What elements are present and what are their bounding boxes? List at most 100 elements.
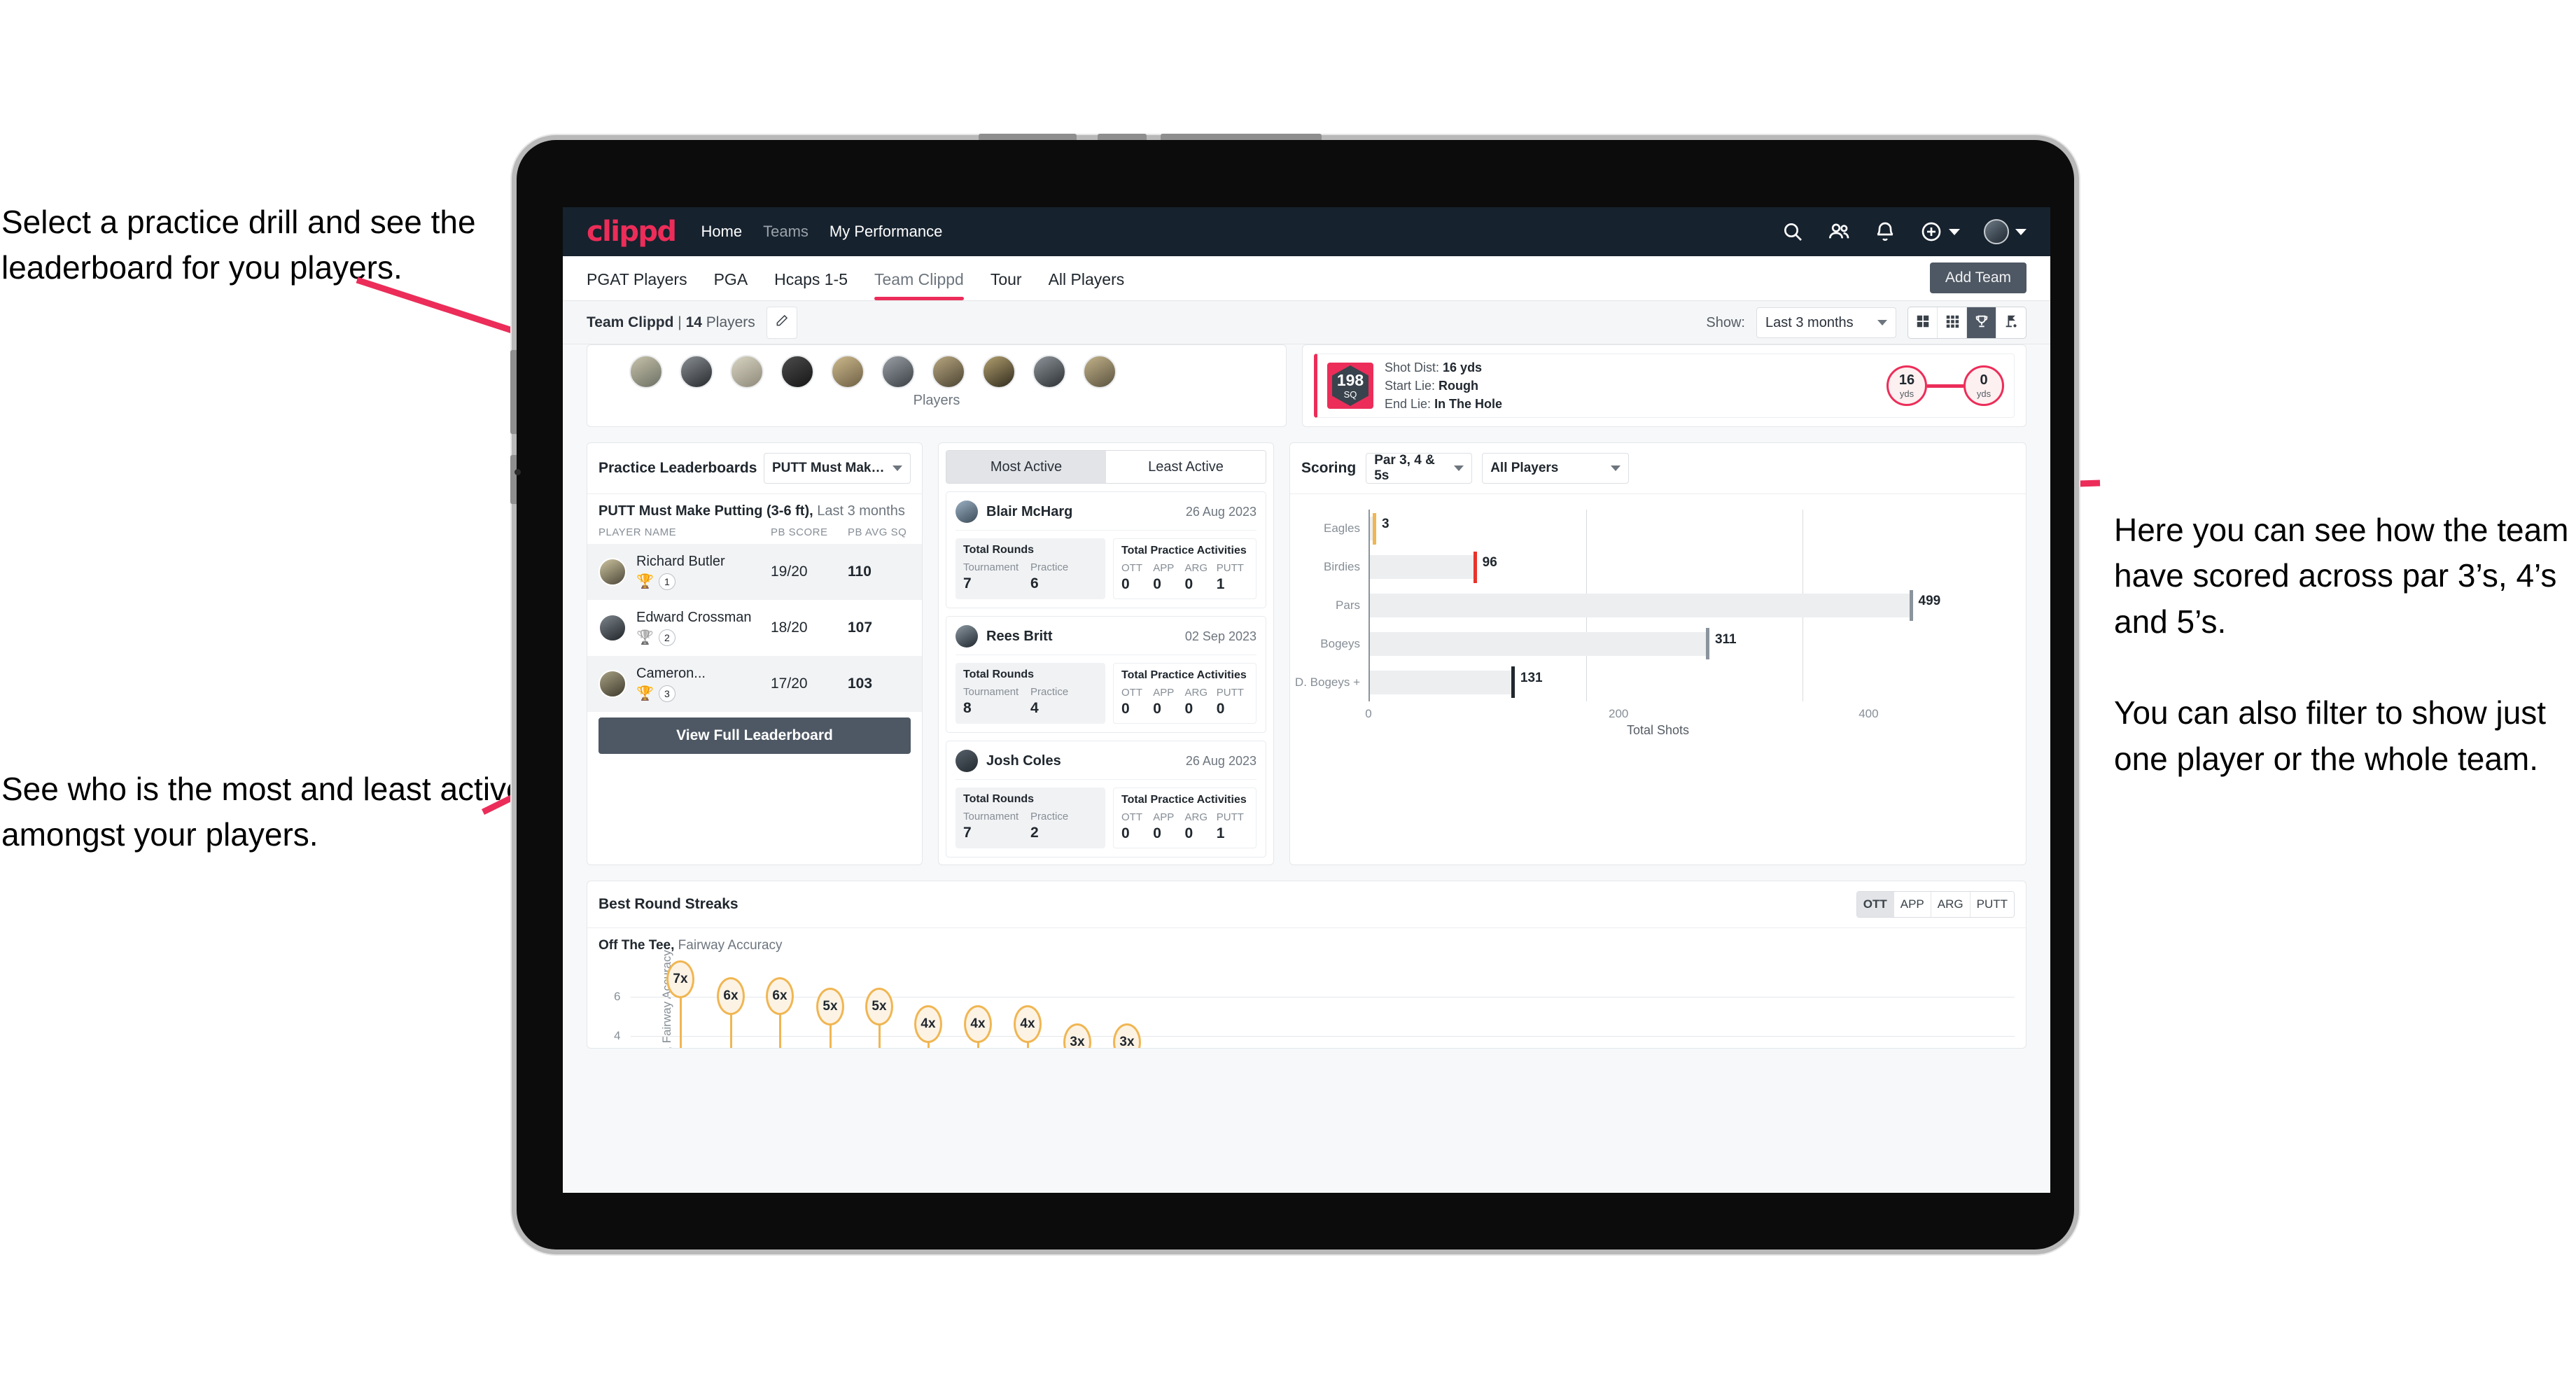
streak-marker[interactable]: 4x — [964, 1005, 992, 1043]
streak-marker[interactable]: 4x — [1014, 1005, 1042, 1043]
avatar[interactable] — [881, 355, 915, 388]
scoring-title: Scoring — [1301, 460, 1357, 476]
tab-all-players[interactable]: All Players — [1049, 270, 1125, 300]
streak-tab-app[interactable]: APP — [1893, 892, 1931, 917]
bar-category-label: D. Bogeys + — [1294, 675, 1360, 689]
plus-circle-icon[interactable] — [1920, 220, 1942, 243]
ytick-4: 4 — [614, 1029, 621, 1042]
putt-label: PUTT — [1216, 562, 1244, 574]
avatar[interactable] — [982, 355, 1016, 388]
avatar[interactable] — [1984, 219, 2009, 244]
bar-birdies[interactable]: Birdies 96 — [1324, 548, 1954, 587]
avatar[interactable] — [730, 355, 764, 388]
putt-label: PUTT — [1216, 687, 1244, 699]
total-rounds-box: Total Rounds Tournament 7 Practice 6 — [955, 538, 1105, 599]
column-player-name: PLAYER NAME — [598, 526, 677, 538]
streak-tab-putt[interactable]: PUTT — [1970, 892, 2014, 917]
nav-home[interactable]: Home — [701, 223, 742, 241]
avatar[interactable] — [1083, 355, 1116, 388]
player-badges: 🏆 2 — [636, 629, 771, 646]
tab-most-active[interactable]: Most Active — [946, 451, 1106, 483]
streak-marker[interactable]: 5x — [816, 988, 844, 1026]
streak-marker[interactable]: 5x — [865, 988, 893, 1026]
drill-select[interactable]: PUTT Must Make Putting ... — [764, 453, 911, 484]
avatar[interactable] — [780, 355, 814, 388]
avatar[interactable] — [831, 355, 864, 388]
xtick-200: 200 — [1609, 707, 1629, 720]
start-lie-label: Start Lie: — [1385, 378, 1439, 393]
people-icon[interactable] — [1828, 220, 1850, 243]
avatar[interactable] — [1032, 355, 1066, 388]
player-name: Josh Coles — [986, 752, 1061, 769]
bar-eagles[interactable]: Eagles 3 — [1324, 510, 1954, 548]
nav-my-performance[interactable]: My Performance — [830, 223, 942, 241]
streak-marker[interactable]: 4x — [914, 1005, 942, 1043]
activity-player-card[interactable]: Rees Britt 02 Sep 2023 Total Rounds Tour… — [946, 616, 1266, 733]
streak-tab-arg[interactable]: ARG — [1931, 892, 1970, 917]
bar-fill: 96 — [1370, 551, 1497, 583]
player-filter-select[interactable]: All Players — [1482, 453, 1630, 484]
tab-least-active[interactable]: Least Active — [1106, 451, 1266, 483]
streak-marker[interactable]: 7x — [666, 960, 694, 998]
distance-connector — [1927, 384, 1963, 388]
streak-marker[interactable]: 6x — [766, 977, 794, 1015]
chevron-down-icon — [1454, 465, 1464, 471]
annotation-top-left: Select a practice drill and see the lead… — [1, 204, 476, 286]
activity-player-card[interactable]: Josh Coles 26 Aug 2023 Total Rounds Tour… — [946, 741, 1266, 858]
view-course-button[interactable] — [1996, 307, 2026, 338]
add-team-button[interactable]: Add Team — [1929, 262, 2026, 293]
bar-bogeys[interactable]: Bogeys 311 — [1320, 624, 1954, 663]
tab-team-clippd[interactable]: Team Clippd — [874, 270, 964, 300]
end-distance-unit: yds — [1976, 388, 1991, 399]
avatar[interactable] — [629, 355, 663, 388]
scoring-plot: Eagles 3 Birdies 96 Pars 499 Bogeys 311 … — [1295, 510, 1954, 701]
tab-tour[interactable]: Tour — [990, 270, 1022, 300]
streak-marker[interactable]: 3x — [1113, 1023, 1141, 1048]
bell-icon[interactable] — [1874, 220, 1896, 243]
practice-value: 6 — [1030, 575, 1039, 592]
bar-fill: 3 — [1370, 512, 1390, 545]
date-range-value: Last 3 months — [1765, 314, 1854, 330]
start-lie-line: Start Lie: Rough — [1385, 377, 1502, 395]
view-trophy-button[interactable] — [1967, 307, 1996, 338]
app-screen: clippd Home Teams My Performance PGAT Pl… — [563, 207, 2050, 1193]
shot-row[interactable]: 198 SQ Shot Dist: 16 yds Start Lie: Roug… — [1314, 354, 2015, 418]
search-icon[interactable] — [1782, 220, 1804, 243]
streak-tab-ott[interactable]: OTT — [1856, 892, 1894, 917]
view-grid-small-button[interactable] — [1938, 307, 1967, 338]
streak-stem — [730, 1014, 732, 1048]
rounds-values: Tournament 8 Practice 4 — [963, 686, 1098, 717]
avatar — [955, 625, 978, 648]
tab-pga[interactable]: PGA — [714, 270, 748, 300]
practice-activities-title: Total Practice Activities — [1121, 669, 1247, 681]
activity-player-card[interactable]: Blair McHarg 26 Aug 2023 Total Rounds To… — [946, 491, 1266, 608]
streak-marker[interactable]: 3x — [1063, 1023, 1091, 1048]
nav-teams[interactable]: Teams — [763, 223, 808, 241]
tab-hcaps-1-5[interactable]: Hcaps 1-5 — [774, 270, 848, 300]
leaderboard-columns: PLAYER NAME PB SCORE PB AVG SQ — [587, 526, 922, 544]
view-grid-large-button[interactable] — [1908, 307, 1938, 338]
table-row[interactable]: Cameron... 🏆 3 17/20 103 — [587, 656, 922, 712]
table-row[interactable]: Edward Crossman 🏆 2 18/20 107 — [587, 600, 922, 656]
bar-double-bogeys[interactable]: D. Bogeys + 131 — [1295, 663, 1954, 701]
app-stat: APP 0 — [1153, 811, 1184, 842]
par-filter-select[interactable]: Par 3, 4 & 5s — [1366, 453, 1473, 484]
tournament-rounds: Tournament 7 — [963, 561, 1030, 592]
player-cell: Richard Butler 🏆 1 — [626, 554, 771, 590]
table-row[interactable]: Richard Butler 🏆 1 19/20 110 — [587, 544, 922, 600]
bar-value: 499 — [1918, 594, 1941, 608]
streak-marker[interactable]: 6x — [717, 977, 745, 1015]
clippd-logo[interactable]: clippd — [587, 218, 677, 246]
edit-team-button[interactable] — [766, 306, 797, 339]
tab-pgat-players[interactable]: PGAT Players — [587, 270, 687, 300]
add-menu[interactable] — [1920, 220, 1960, 243]
team-player-count: 14 — [685, 314, 702, 330]
avatar[interactable] — [680, 355, 713, 388]
app-value: 0 — [1153, 576, 1161, 592]
view-full-leaderboard-button[interactable]: View Full Leaderboard — [598, 718, 911, 754]
date-range-select[interactable]: Last 3 months — [1756, 307, 1896, 338]
profile-menu[interactable] — [1984, 219, 2026, 244]
avatar[interactable] — [932, 355, 965, 388]
bar-pars[interactable]: Pars 499 — [1336, 587, 1954, 625]
bar-fill: 131 — [1370, 666, 1543, 698]
